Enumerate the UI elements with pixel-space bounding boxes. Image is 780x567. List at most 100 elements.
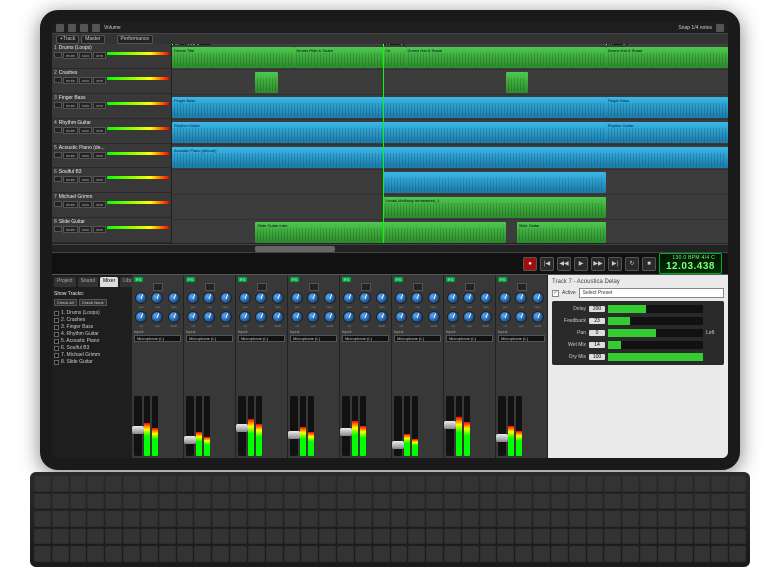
instrument-icon[interactable]: [153, 283, 163, 291]
rewind-full-button[interactable]: |◀: [540, 257, 554, 271]
performance-button[interactable]: Performance: [117, 35, 154, 44]
eq-knob[interactable]: high: [375, 292, 389, 309]
checkbox[interactable]: [54, 346, 59, 351]
track-lane[interactable]: Vocals McNasty remastered_1: [172, 195, 728, 220]
solo-button[interactable]: solo: [79, 52, 92, 59]
track-header[interactable]: 6 Soulful B3mutesoloarm: [52, 168, 171, 193]
input-select[interactable]: Microphone (L): [290, 335, 337, 342]
audio-clip[interactable]: Rhythm Guitar: [606, 122, 728, 143]
eq-knob[interactable]: pan: [202, 311, 216, 328]
stop-end-button[interactable]: ■: [642, 257, 656, 271]
rewind-button[interactable]: ◀◀: [557, 257, 571, 271]
param-slider[interactable]: [608, 341, 703, 349]
eq-knob[interactable]: high: [479, 292, 493, 309]
list-item[interactable]: 2. Crashes: [54, 317, 130, 323]
audio-clip[interactable]: [383, 172, 605, 193]
forward-button[interactable]: ▶▶: [591, 257, 605, 271]
eq-knob[interactable]: vol: [342, 311, 356, 328]
param-slider[interactable]: [608, 353, 703, 361]
eq-knob[interactable]: low: [394, 292, 408, 309]
solo-button[interactable]: solo: [79, 127, 92, 134]
eq-knob[interactable]: high: [323, 292, 337, 309]
scroll-thumb[interactable]: [255, 246, 335, 252]
param-value[interactable]: 23: [589, 318, 605, 324]
loop-button[interactable]: ↻: [625, 257, 639, 271]
list-item[interactable]: 8. Slide Guitar: [54, 359, 130, 365]
master-button[interactable]: Master: [81, 35, 104, 44]
eq-knob[interactable]: pan: [462, 311, 476, 328]
volume-fader[interactable]: [446, 396, 454, 456]
audio-clip[interactable]: [255, 72, 277, 93]
eq-knob[interactable]: pan: [254, 311, 268, 328]
volume-fader[interactable]: [186, 396, 194, 456]
input-select[interactable]: Microphone (L): [342, 335, 389, 342]
instrument-icon[interactable]: [54, 52, 62, 58]
eq-knob[interactable]: low: [186, 292, 200, 309]
audio-clip[interactable]: Drums Title: [172, 47, 294, 68]
track-header[interactable]: 3 Finger Bassmutesoloarm: [52, 94, 171, 119]
track-lane[interactable]: Drums TitleDrums Ride & SnareChDrums Hat…: [172, 45, 728, 70]
audio-clip[interactable]: Drums Ride & Snare: [294, 47, 383, 68]
transport-lcd[interactable]: 130.0 BPM 4/4 C 12.03.438: [659, 253, 722, 274]
eq-knob[interactable]: width: [323, 311, 337, 328]
input-select[interactable]: Microphone (L): [498, 335, 545, 342]
instrument-icon[interactable]: [361, 283, 371, 291]
track-header[interactable]: 2 Crashesmutesoloarm: [52, 69, 171, 94]
fx-button[interactable]: FX: [342, 277, 351, 282]
audio-clip[interactable]: Vocals McNasty remastered_1: [383, 197, 605, 218]
track-lane[interactable]: [172, 70, 728, 95]
instrument-icon[interactable]: [54, 176, 62, 182]
solo-button[interactable]: solo: [79, 201, 92, 208]
list-item[interactable]: 1. Drums (Loops): [54, 310, 130, 316]
param-value[interactable]: 14: [589, 342, 605, 348]
volume-fader[interactable]: [394, 396, 402, 456]
eq-knob[interactable]: width: [479, 311, 493, 328]
input-select[interactable]: Microphone (L): [134, 335, 181, 342]
eq-knob[interactable]: mid: [150, 292, 164, 309]
instrument-icon[interactable]: [54, 127, 62, 133]
eq-knob[interactable]: mid: [514, 292, 528, 309]
track-lane[interactable]: Rhythm GuitarRhythm Guitar: [172, 120, 728, 145]
eq-knob[interactable]: mid: [306, 292, 320, 309]
audio-clip[interactable]: Drums Hat & Snare: [606, 47, 728, 68]
eq-knob[interactable]: width: [167, 311, 181, 328]
eq-knob[interactable]: mid: [202, 292, 216, 309]
tool-icon[interactable]: [92, 24, 100, 32]
arm-button[interactable]: arm: [93, 226, 106, 233]
audio-clip[interactable]: Drums Hat & Snare: [406, 47, 606, 68]
instrument-icon[interactable]: [205, 283, 215, 291]
instrument-icon[interactable]: [54, 226, 62, 232]
tab-project[interactable]: Project: [54, 277, 76, 287]
param-slider[interactable]: [608, 317, 703, 325]
eq-knob[interactable]: high: [427, 292, 441, 309]
audio-clip[interactable]: Acoustic Piano (detune): [172, 147, 728, 168]
eq-knob[interactable]: mid: [358, 292, 372, 309]
arm-button[interactable]: arm: [93, 102, 106, 109]
mute-button[interactable]: mute: [63, 152, 78, 159]
play-button[interactable]: ▶: [574, 257, 588, 271]
mute-button[interactable]: mute: [63, 127, 78, 134]
list-item[interactable]: 6. Soulful B3: [54, 345, 130, 351]
eq-knob[interactable]: width: [271, 311, 285, 328]
instrument-icon[interactable]: [257, 283, 267, 291]
solo-button[interactable]: solo: [79, 102, 92, 109]
checkbox[interactable]: [54, 332, 59, 337]
tab-sound[interactable]: Sound: [78, 277, 98, 287]
audio-clip[interactable]: Finger Bass: [172, 97, 606, 118]
arm-button[interactable]: arm: [93, 77, 106, 84]
eq-knob[interactable]: width: [375, 311, 389, 328]
fx-button[interactable]: FX: [498, 277, 507, 282]
input-select[interactable]: Microphone (L): [186, 335, 233, 342]
eq-knob[interactable]: vol: [446, 311, 460, 328]
checkbox[interactable]: [54, 311, 59, 316]
eq-knob[interactable]: high: [531, 292, 545, 309]
audio-clip[interactable]: Slide Guitar Intro: [255, 222, 505, 243]
playhead[interactable]: [383, 45, 384, 243]
snap-label[interactable]: Snap 1/4 notes: [678, 25, 712, 31]
arm-button[interactable]: arm: [93, 176, 106, 183]
record-button[interactable]: ●: [523, 257, 537, 271]
eq-knob[interactable]: vol: [394, 311, 408, 328]
eq-knob[interactable]: width: [427, 311, 441, 328]
checkbox[interactable]: [54, 318, 59, 323]
input-select[interactable]: Microphone (L): [446, 335, 493, 342]
